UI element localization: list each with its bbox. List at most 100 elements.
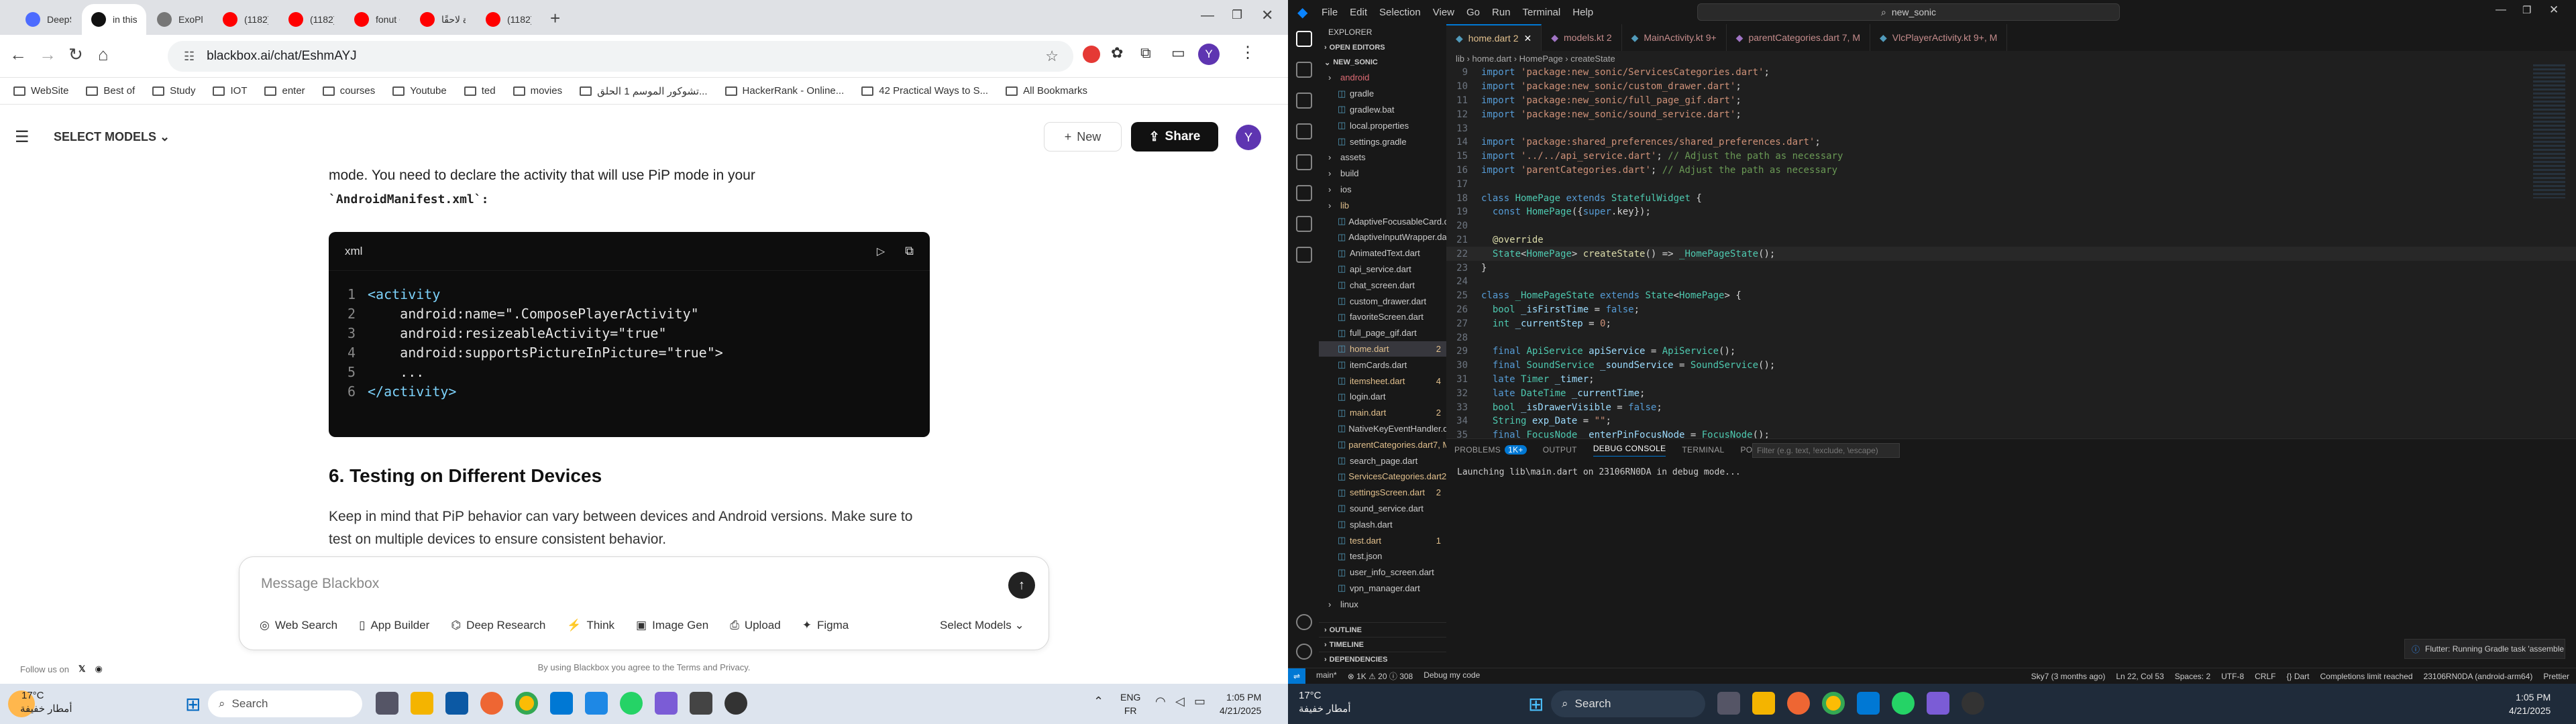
file-tree-item[interactable]: › linux [1319, 596, 1446, 612]
project-section[interactable]: ⌄ NEW_SONIC [1319, 55, 1446, 70]
run-code-icon[interactable]: ▷ [877, 245, 885, 258]
remote-indicator-icon[interactable]: ⇌ [1288, 668, 1305, 684]
browser-tab[interactable]: fonut Cercel - [345, 4, 409, 35]
file-tree-item[interactable]: ◫AdaptiveFocusableCard.dart [1319, 213, 1446, 229]
forward-icon[interactable]: → [39, 44, 56, 65]
tool-image-gen[interactable]: ▣ Image Gen [636, 619, 708, 632]
file-tree-item[interactable]: ◫ test.json [1319, 548, 1446, 564]
status-item[interactable]: {} Dart [2286, 672, 2309, 681]
status-item[interactable]: Spaces: 2 [2175, 672, 2210, 681]
bookmark-item[interactable]: Best of [86, 85, 135, 97]
close-tab-icon[interactable]: ✕ [1524, 33, 1532, 44]
command-center-search[interactable]: ⌕ new_sonic [1697, 3, 2120, 21]
editor-tab[interactable]: ◆ VlcPlayerActivity.kt 9+, M [1870, 24, 2008, 51]
minimize-button[interactable]: — [2496, 4, 2506, 16]
file-tree-item[interactable]: ◫ vpn_manager.dart [1319, 581, 1446, 597]
github-icon[interactable] [1962, 692, 1984, 715]
message-input[interactable]: Message Blackbox [261, 576, 379, 592]
bookmark-star-icon[interactable]: ☆ [1045, 48, 1059, 65]
volume-icon[interactable]: ◁ [1175, 695, 1185, 709]
file-tree-item[interactable]: ◫ AnimatedText.dart [1319, 245, 1446, 261]
minimap[interactable] [2533, 64, 2565, 198]
chrome-menu-icon[interactable]: ⋮ [1240, 43, 1256, 62]
browser-tab[interactable]: المشاهدة لاحقًا [411, 4, 475, 35]
profile-avatar[interactable]: Y [1198, 44, 1220, 65]
input-language[interactable]: ENG FR [1120, 690, 1140, 717]
editor-tab[interactable]: ◆ home.dart 2 ✕ [1446, 24, 1542, 51]
edge-icon[interactable] [445, 692, 468, 715]
bookmark-item[interactable]: courses [322, 85, 375, 97]
chrome-icon[interactable] [515, 692, 538, 715]
file-tree-item[interactable]: ◫ splash.dart [1319, 516, 1446, 532]
close-window-button[interactable]: ✕ [1261, 7, 1273, 24]
battery-icon[interactable]: ▭ [1194, 695, 1205, 709]
file-tree-item[interactable]: ◫ favoriteScreen.dart [1319, 309, 1446, 325]
home-icon[interactable]: ⌂ [98, 44, 109, 65]
menu-edit[interactable]: Edit [1350, 7, 1367, 18]
browser-tab[interactable]: (1182) Flo [213, 4, 278, 35]
accounts-icon[interactable] [1296, 614, 1312, 630]
windows-start-icon[interactable]: ⊞ [1528, 693, 1544, 715]
file-tree-item[interactable]: ◫ custom_drawer.dart [1319, 293, 1446, 309]
file-tree-item[interactable]: ◫ itemsheet.dart 4 [1319, 373, 1446, 389]
panel-tab-problems[interactable]: PROBLEMS 1K+ [1454, 445, 1527, 455]
file-tree-item[interactable]: ◫ ServicesCategories.dart 2 [1319, 469, 1446, 485]
file-tree-item[interactable]: ◫ parentCategories.dart 7, M [1319, 436, 1446, 452]
clock[interactable]: 1:05 PM 4/21/2025 [1220, 690, 1261, 717]
task-view-icon[interactable] [1717, 692, 1740, 715]
bookmark-item[interactable]: movies [513, 85, 562, 97]
whatsapp-icon[interactable] [620, 692, 643, 715]
maximize-button[interactable]: ❐ [2522, 4, 2531, 16]
file-tree-item[interactable]: ◫ user_info_screen.dart [1319, 564, 1446, 581]
notification-toast[interactable]: ⓘ Flutter: Running Gradle task 'assembleD… [2404, 639, 2565, 659]
extension-icon[interactable]: ✿ [1111, 44, 1123, 62]
editor-tab[interactable]: ◆ MainActivity.kt 9+ [1622, 24, 1727, 51]
browser-tab[interactable]: (1182) YouTub [476, 4, 541, 35]
browser-tab[interactable]: in this also Lau [82, 4, 146, 35]
tool-deep-research[interactable]: ⌬ Deep Research [451, 619, 545, 632]
reload-icon[interactable]: ↻ [68, 44, 83, 65]
menu-terminal[interactable]: Terminal [1523, 7, 1561, 18]
menu-go[interactable]: Go [1466, 7, 1480, 18]
taskbar-search[interactable]: ⌕ Search [1551, 690, 1705, 717]
flutter-icon[interactable] [1296, 247, 1312, 263]
file-tree-item[interactable]: ◫ chat_screen.dart [1319, 277, 1446, 293]
file-tree-item[interactable]: ◫ AdaptiveInputWrapper.dart [1319, 229, 1446, 245]
status-item[interactable]: main* [1316, 670, 1337, 682]
file-tree-item[interactable]: › android [1319, 70, 1446, 86]
bookmark-item[interactable]: enter [264, 85, 305, 97]
wifi-icon[interactable]: ◠ [1155, 695, 1166, 709]
dependencies-section[interactable]: › DEPENDENCIES [1319, 652, 1446, 666]
status-item[interactable]: Sky7 (3 months ago) [2031, 672, 2106, 681]
status-item[interactable]: 23106RN0DA (android-arm64) [2424, 672, 2533, 681]
back-icon[interactable]: ← [9, 44, 27, 65]
status-item[interactable]: Ln 22, Col 53 [2116, 672, 2163, 681]
select-models-dropdown[interactable]: SELECT MODELS ⌄ [54, 130, 170, 144]
file-tree-item[interactable]: ◫ login.dart [1319, 389, 1446, 405]
file-tree-item[interactable]: ◫ local.properties [1319, 117, 1446, 133]
file-tree-item[interactable]: ◫ settingsScreen.dart 2 [1319, 485, 1446, 501]
office-icon[interactable] [1787, 692, 1810, 715]
bookmark-item[interactable]: Youtube [392, 85, 447, 97]
minimize-button[interactable]: — [1201, 8, 1214, 23]
panel-tab-terminal[interactable]: TERMINAL [1682, 445, 1724, 455]
filter-input[interactable]: Filter (e.g. text, !exclude, \escape) [1752, 443, 1900, 458]
status-item[interactable]: Debug my code [1424, 670, 1480, 682]
share-button[interactable]: ⇪ Share [1131, 122, 1218, 152]
tool-app-builder[interactable]: ▯ App Builder [359, 619, 429, 632]
windows-start-icon[interactable]: ⊞ [185, 693, 201, 715]
run-debug-icon[interactable] [1296, 123, 1312, 139]
menu-file[interactable]: File [1322, 7, 1338, 18]
status-item[interactable]: CRLF [2255, 672, 2275, 681]
whatsapp-icon[interactable] [1892, 692, 1915, 715]
explorer-icon[interactable] [1296, 31, 1312, 47]
testing-icon[interactable] [1296, 216, 1312, 232]
status-item[interactable]: UTF-8 [2221, 672, 2244, 681]
tool-web-search[interactable]: ◎ Web Search [260, 619, 337, 632]
sidebar-icon[interactable]: ▭ [1171, 44, 1185, 62]
teams-icon[interactable] [655, 692, 678, 715]
browser-tab[interactable]: DeepSeek - Int [16, 4, 80, 35]
chrome-icon[interactable] [1822, 692, 1845, 715]
file-tree-item[interactable]: › build [1319, 166, 1446, 182]
office-icon[interactable] [480, 692, 503, 715]
